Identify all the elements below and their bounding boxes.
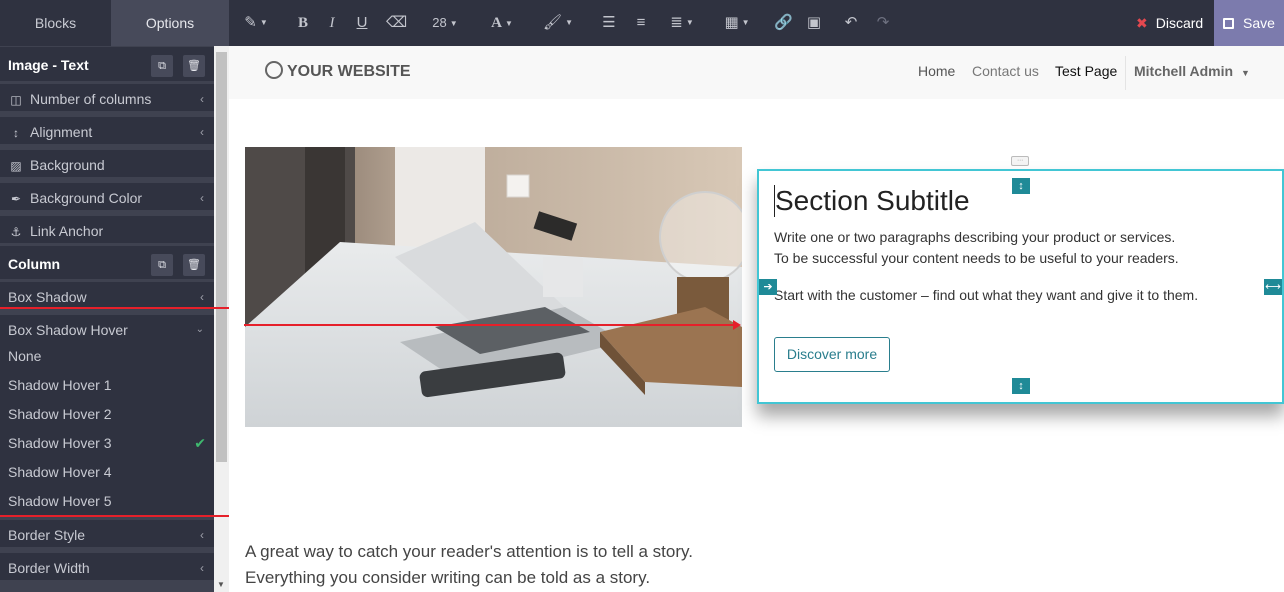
- redo-icon[interactable]: ↷: [874, 12, 892, 34]
- option-label: Box Shadow: [8, 289, 87, 305]
- section-header-column: Column ⧉ 🗑: [0, 246, 214, 283]
- discard-button[interactable]: ✖ Discard: [1124, 0, 1214, 46]
- clone-icon[interactable]: ⧉: [151, 254, 173, 276]
- section-title: Column: [8, 256, 61, 272]
- discover-more-button[interactable]: Discover more: [774, 337, 890, 372]
- scroll-down-arrow-icon[interactable]: ▼: [217, 580, 225, 589]
- story-line-2: Everything you consider writing can be t…: [245, 568, 651, 587]
- save-label: Save: [1243, 15, 1275, 31]
- nav-home[interactable]: Home: [918, 63, 955, 79]
- resize-right-handle-icon[interactable]: ⟷: [1264, 279, 1282, 295]
- option-label: Alignment: [30, 124, 93, 140]
- resize-top-handle-icon[interactable]: ↕: [1012, 178, 1030, 194]
- move-left-handle-icon[interactable]: ➔: [759, 279, 777, 295]
- chevron-left-icon: ‹: [200, 561, 204, 575]
- anchor-icon: ⚓: [10, 225, 22, 239]
- paragraph-line-1[interactable]: Write one or two paragraphs describing y…: [774, 229, 1175, 245]
- globe-icon: [265, 61, 283, 79]
- discard-label: Discard: [1155, 15, 1204, 31]
- save-button[interactable]: Save: [1214, 0, 1284, 46]
- text-column-selected[interactable]: Section Subtitle Write one or two paragr…: [757, 169, 1284, 404]
- option-background[interactable]: ▨ Background: [0, 147, 214, 177]
- option-label: Border Width: [8, 560, 90, 576]
- trash-icon[interactable]: 🗑: [183, 254, 205, 276]
- picture-icon: ▨: [10, 159, 22, 173]
- option-label: Link Anchor: [30, 223, 104, 239]
- magic-wand-icon[interactable]: ✎ ▼: [244, 12, 268, 34]
- drag-grip-icon[interactable]: ⋯: [1011, 156, 1029, 166]
- annotation-highlight-box: [0, 307, 229, 517]
- paint-brush-icon[interactable]: 🖌 ▼: [542, 12, 574, 34]
- section-subtitle[interactable]: Section Subtitle: [774, 185, 970, 217]
- eyedropper-icon: ✒: [10, 192, 22, 206]
- link-icon[interactable]: 🔗: [774, 12, 793, 34]
- paragraph-line-2[interactable]: To be successful your content needs to b…: [774, 250, 1179, 266]
- nav-divider: [1125, 56, 1126, 90]
- caret-down-icon: ▼: [1240, 68, 1250, 78]
- chevron-left-icon: ‹: [200, 125, 204, 139]
- option-link-anchor[interactable]: ⚓ Link Anchor: [0, 213, 214, 243]
- option-label: Border Style: [8, 527, 86, 543]
- numbered-list-icon[interactable]: ≡: [633, 12, 649, 34]
- nav-test-page[interactable]: Test Page: [1055, 63, 1117, 79]
- paragraph-2[interactable]: Start with the customer – find out what …: [774, 287, 1198, 303]
- option-border-width[interactable]: Border Width ‹: [0, 550, 214, 580]
- option-label: Number of columns: [30, 91, 152, 107]
- annotation-arrow: [244, 320, 741, 330]
- resize-bottom-handle-icon[interactable]: ↕: [1012, 378, 1030, 394]
- font-color-icon[interactable]: A ▼: [486, 12, 518, 34]
- close-icon: ✖: [1136, 15, 1148, 31]
- option-box-shadow[interactable]: Box Shadow ‹: [0, 279, 214, 309]
- tab-blocks[interactable]: Blocks: [0, 0, 111, 46]
- site-brand[interactable]: YOUR WEBSITE: [265, 61, 411, 81]
- brand-text: YOUR WEBSITE: [287, 63, 411, 80]
- italic-icon[interactable]: I: [325, 12, 339, 34]
- table-icon[interactable]: ▦ ▼: [722, 12, 752, 34]
- undo-icon[interactable]: ↶: [842, 12, 860, 34]
- option-border-style[interactable]: Border Style ‹: [0, 517, 214, 547]
- align-icon[interactable]: ≣ ▼: [666, 12, 698, 34]
- option-number-of-columns[interactable]: ◫ Number of columns ‹: [0, 81, 214, 111]
- options-sidebar: Image - Text ⧉ 🗑 ◫ Number of columns ‹ ↕ Al…: [0, 46, 229, 592]
- site-navbar: YOUR WEBSITE Home Contact us Test Page M…: [229, 46, 1284, 99]
- option-label: Background: [30, 157, 105, 173]
- trash-icon[interactable]: 🗑: [183, 55, 205, 77]
- bullet-list-icon[interactable]: ☰: [601, 12, 617, 34]
- underline-icon[interactable]: U: [354, 12, 370, 34]
- top-toolbar: Blocks Options ✎ ▼ B I U ⌫ 28 ▼ A ▼ 🖌 ▼ ☰ ≡ …: [0, 0, 1284, 46]
- chevron-left-icon: ‹: [200, 191, 204, 205]
- font-size-dropdown[interactable]: 28 ▼: [428, 12, 462, 34]
- option-background-color[interactable]: ✒ Background Color ‹: [0, 180, 214, 210]
- nav-contact-us[interactable]: Contact us: [972, 63, 1039, 79]
- section-header-image-text: Image - Text ⧉ 🗑: [0, 47, 214, 84]
- vertical-resize-icon: ↕: [13, 126, 19, 140]
- columns-icon: ◫: [10, 93, 22, 107]
- user-menu[interactable]: Mitchell Admin ▼: [1134, 63, 1250, 79]
- chevron-left-icon: ‹: [200, 528, 204, 542]
- eraser-icon[interactable]: ⌫: [386, 12, 407, 34]
- desk-photo[interactable]: [245, 147, 742, 427]
- option-alignment[interactable]: ↕ Alignment ‹: [0, 114, 214, 144]
- website-page: YOUR WEBSITE Home Contact us Test Page M…: [229, 46, 1284, 592]
- font-size-value: 28: [432, 15, 447, 30]
- bold-icon[interactable]: B: [295, 12, 311, 34]
- image-icon[interactable]: ▣: [806, 12, 822, 34]
- option-label: Background Color: [30, 190, 143, 206]
- clone-icon[interactable]: ⧉: [151, 55, 173, 77]
- story-line-1: A great way to catch your reader's atten…: [245, 542, 693, 561]
- floppy-disk-icon: [1223, 18, 1234, 29]
- chevron-left-icon: ‹: [200, 92, 204, 106]
- user-name: Mitchell Admin: [1134, 63, 1234, 79]
- section-title: Image - Text: [8, 57, 89, 73]
- tab-options[interactable]: Options: [111, 0, 229, 46]
